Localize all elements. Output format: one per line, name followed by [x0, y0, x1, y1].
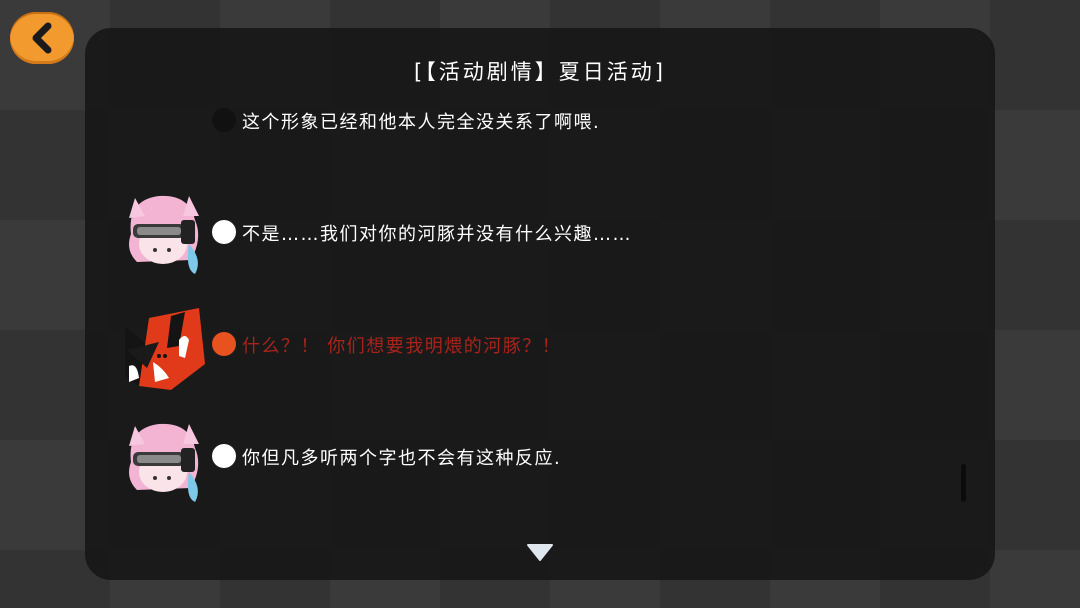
dialog-title: [【活动剧情】夏日活动] [414, 60, 666, 84]
dialog-line-text: 这个形象已经和他本人完全没关系了啊喂. [242, 112, 601, 133]
scrollbar[interactable] [961, 464, 966, 502]
dialog-line: 你但凡多听两个字也不会有这种反应. [85, 418, 885, 508]
speaker-dot [212, 444, 236, 468]
dialog-line: 这个形象已经和他本人完全没关系了啊喂. [85, 98, 885, 188]
speaker-dot [212, 108, 236, 132]
dialog-line-text: 你但凡多听两个字也不会有这种反应. [242, 448, 562, 469]
speaker-dot [212, 220, 236, 244]
chevron-left-icon [32, 22, 52, 54]
speaker-dot [212, 332, 236, 356]
pink-hair-goggles-avatar [129, 195, 199, 274]
dialog-line: 什么？！ 你们想要我明煨的河豚？！ [85, 306, 885, 396]
back-button[interactable] [10, 12, 74, 64]
dialog-line-text: 什么？！ 你们想要我明煨的河豚？！ [242, 336, 562, 357]
pink-hair-goggles-avatar [129, 423, 199, 502]
triangle-down-icon[interactable] [525, 541, 555, 563]
red-black-fox-mask-avatar [125, 308, 205, 390]
story-dialog-panel: [【活动剧情】夏日活动] 这个形象已经和他本人完全没关系了啊喂. 不是……我们对… [85, 28, 995, 580]
dialog-line: 不是……我们对你的河豚并没有什么兴趣…… [85, 190, 885, 280]
dialog-line-text: 不是……我们对你的河豚并没有什么兴趣…… [242, 224, 632, 245]
